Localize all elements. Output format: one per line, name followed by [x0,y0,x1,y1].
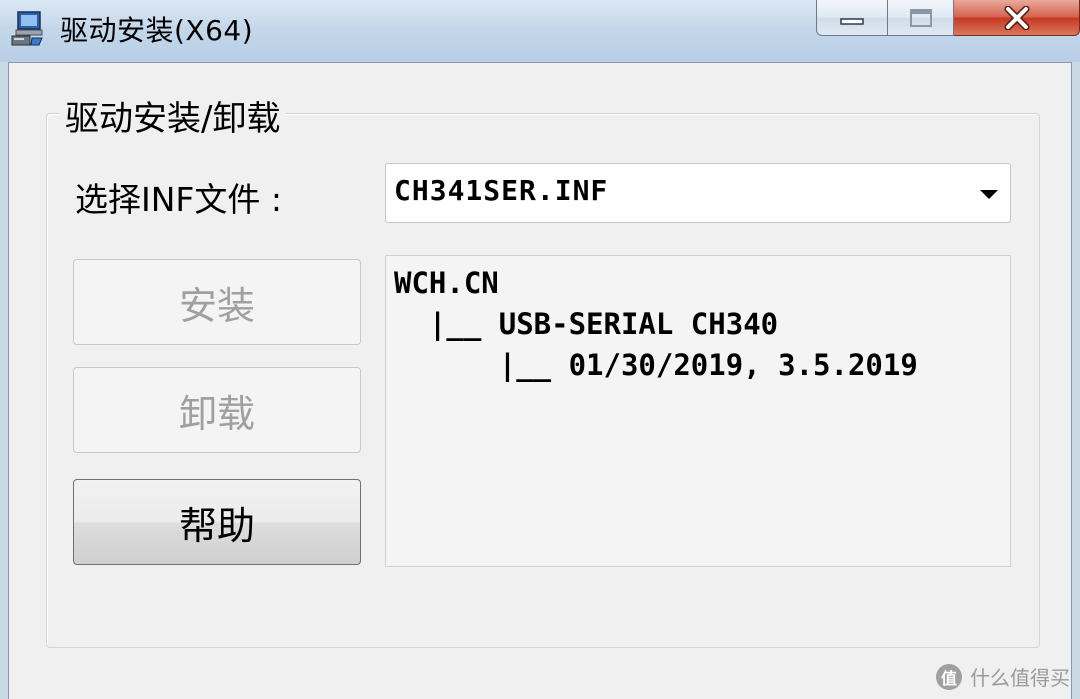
close-button[interactable] [954,0,1080,36]
uninstall-button[interactable]: 卸载 [73,367,361,453]
help-button[interactable]: 帮助 [73,479,361,565]
title-bar[interactable]: 驱动安装(X64) [0,0,1080,62]
install-button-label: 安装 [178,283,255,328]
inf-file-dropdown[interactable]: CH341SER.INF [385,163,1011,223]
site-watermark: 值 什么值得买 [936,662,1070,691]
driver-info-line: |__ USB-SERIAL CH340 [394,307,779,341]
inf-file-selected-value: CH341SER.INF [394,174,609,207]
driver-info-line: |__ 01/30/2019, 3.5.2019 [394,348,918,382]
help-button-label: 帮助 [178,503,255,548]
watermark-text: 什么值得买 [970,666,1070,690]
minimize-button[interactable] [816,0,888,36]
minimize-icon [840,17,864,25]
computer-installer-icon [11,11,43,46]
driver-info-box[interactable]: WCH.CN |__ USB-SERIAL CH340 |__ 01/30/20… [385,255,1011,567]
maximize-button[interactable] [888,0,954,36]
dialog-client-area: 驱动安装/卸载 选择INF文件 : CH341SER.INF 安装 卸载 帮助 … [8,62,1072,699]
inf-file-label: 选择INF文件 : [75,180,283,219]
window-title: 驱动安装(X64) [60,14,254,47]
groupbox-legend: 驱动安装/卸载 [59,91,287,140]
close-icon [1004,5,1029,30]
chevron-down-icon[interactable] [980,190,998,199]
driver-info-line: WCH.CN [394,266,499,300]
maximize-icon [909,8,932,27]
window-controls [816,0,1080,38]
uninstall-button-label: 卸载 [178,391,255,436]
install-button[interactable]: 安装 [73,259,361,345]
watermark-logo: 值 [936,663,962,690]
